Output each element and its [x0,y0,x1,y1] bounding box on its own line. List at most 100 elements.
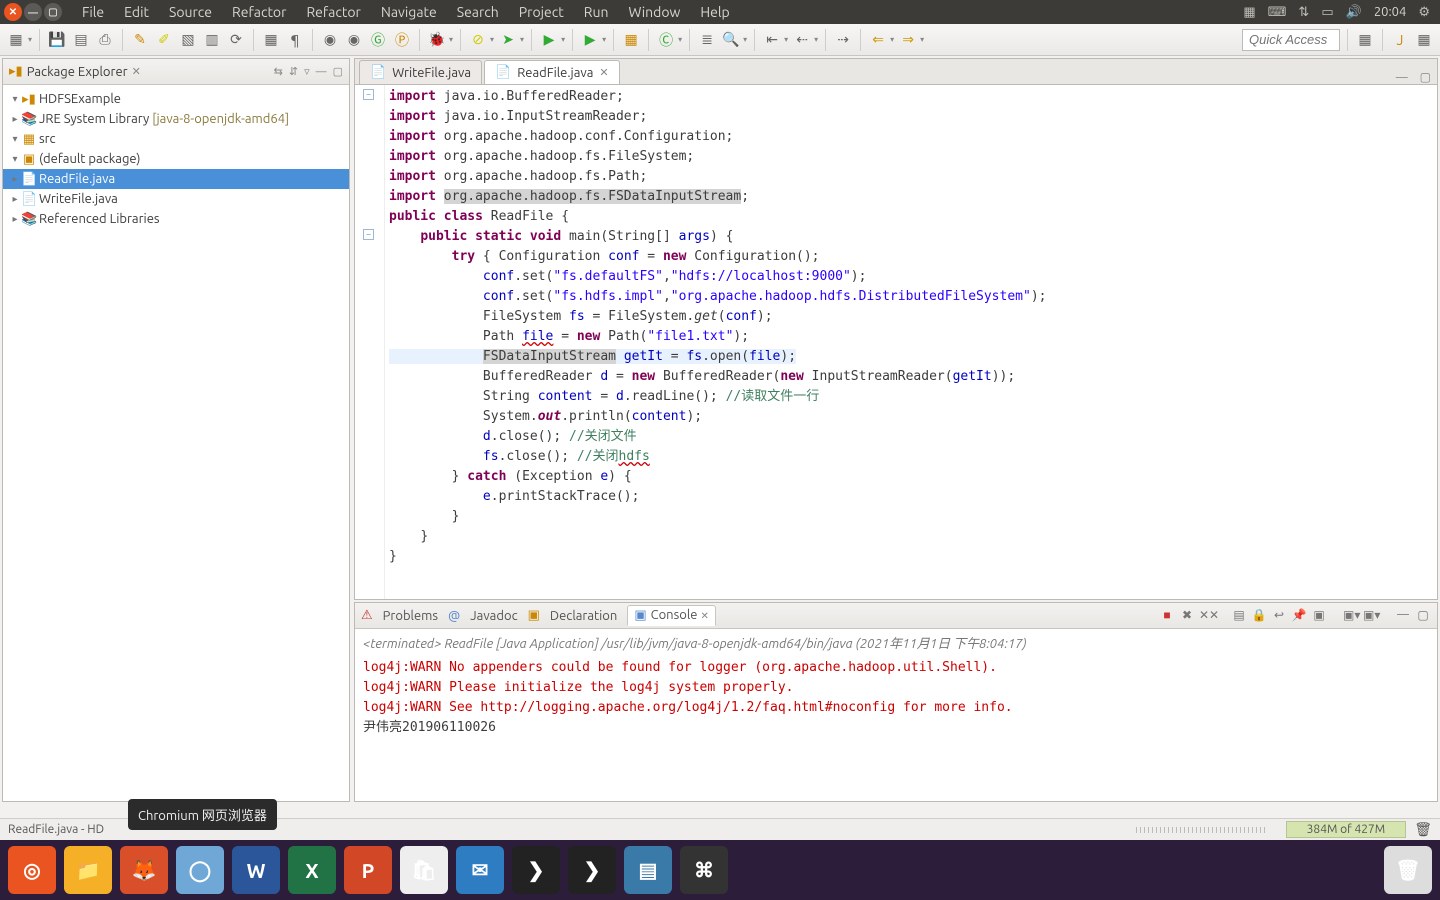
coverage-button[interactable]: ▶ [580,30,600,50]
tree-referenced-libraries[interactable]: ▸📚Referenced Libraries [3,209,349,229]
tree-default-package[interactable]: ▾▣(default package) [3,149,349,169]
tab-javadoc[interactable]: Javadoc [464,607,523,625]
build-button[interactable]: ▧ [178,30,198,50]
battery-icon[interactable]: ▭ [1321,5,1333,20]
editor-maximize-button[interactable]: ▢ [1420,70,1431,84]
editor-minimize-button[interactable]: ― [1396,71,1408,84]
menu-window[interactable]: Window [619,4,691,20]
window-close-button[interactable]: ✕ [4,3,22,21]
print-button[interactable]: ⎙ [95,30,115,50]
open-console-button[interactable]: ▣▾ [1343,608,1359,624]
clear-console-button[interactable]: ▤ [1231,608,1247,624]
menu-edit[interactable]: Edit [114,4,159,20]
menu-refactor-2[interactable]: Refactor [296,4,370,20]
remove-launch-button[interactable]: ✖ [1179,608,1195,624]
tab-writefile[interactable]: 📄WriteFile.java [359,60,482,84]
save-all-button[interactable]: ▤ [71,30,91,50]
maximize-console-button[interactable]: ▢ [1415,608,1431,624]
package-button-2[interactable]: Ⓟ [392,30,412,50]
first-button[interactable]: ⇤ [762,30,782,50]
menu-file[interactable]: File [72,4,114,20]
java-perspective-button[interactable]: J [1390,30,1410,50]
dock-chromium-button[interactable]: ◯ [176,846,224,894]
open-type-button[interactable]: ✎ [130,30,150,50]
annotation-next-button[interactable]: ◉ [344,30,364,50]
annotation-prev-button[interactable]: ◉ [320,30,340,50]
window-maximize-button[interactable]: ▢ [44,3,62,21]
calendar-icon[interactable]: ▦ [1243,5,1255,20]
new-console-button[interactable]: ▣▾ [1363,608,1379,624]
scroll-lock-button[interactable]: 🔒 [1251,608,1267,624]
debug-button[interactable]: 🐞 [427,30,447,50]
dock-app-monitor-button[interactable]: ▤ [624,846,672,894]
maximize-view-button[interactable]: ▢ [333,65,343,78]
close-console-button[interactable]: ✕ [700,610,708,621]
terminate-button[interactable]: ■ [1159,608,1175,624]
dock-trash-button[interactable]: 🗑 [1384,846,1432,894]
prev-button[interactable]: ⇠ [792,30,812,50]
dock-excel-button[interactable]: X [288,846,336,894]
skip-breakpoints-button[interactable]: ⊘ [468,30,488,50]
clock[interactable]: 20:04 [1374,5,1407,19]
search-button[interactable]: 🔍 [721,30,741,50]
fold-imports-icon[interactable]: − [363,89,374,100]
dock-firefox-button[interactable]: 🦊 [120,846,168,894]
dock-word-button[interactable]: W [232,846,280,894]
save-button[interactable]: 💾 [47,30,67,50]
code-editor[interactable]: − − import java.io.BufferedReader; impor… [354,84,1438,600]
tree-src[interactable]: ▾▦src [3,129,349,149]
tree-project[interactable]: ▾▸▮HDFSExample [3,89,349,109]
pin-console-button[interactable]: 📌 [1291,608,1307,624]
menu-help[interactable]: Help [690,4,739,20]
resume-button[interactable]: ➤ [498,30,518,50]
class-button[interactable]: Ⓖ [368,30,388,50]
run-gc-button[interactable]: 🗑 [1414,821,1432,838]
open-task-button[interactable]: ≣ [697,30,717,50]
volume-icon[interactable]: 🔊 [1346,5,1362,20]
word-wrap-button[interactable]: ↩ [1271,608,1287,624]
dock-thunderbird-button[interactable]: ✉ [456,846,504,894]
back-button[interactable]: ⇐ [868,30,888,50]
menu-refactor[interactable]: Refactor [222,4,296,20]
minimize-console-button[interactable]: ― [1395,608,1411,624]
display-selected-button[interactable]: ▣ [1311,608,1327,624]
tree-writefile[interactable]: ▸📄WriteFile.java [3,189,349,209]
menu-project[interactable]: Project [509,4,574,20]
menu-search[interactable]: Search [447,4,509,20]
run-button[interactable]: ▶ [539,30,559,50]
tab-problems[interactable]: Problems [377,607,444,625]
link-editor-button[interactable]: ⇵ [289,65,298,78]
view-menu-button[interactable]: ▿ [304,65,310,78]
settings-gear-icon[interactable]: ⚙ [1418,5,1430,20]
toggle-block-button[interactable]: ▦ [261,30,281,50]
plugin-perspective-button[interactable]: ▦ [1414,30,1434,50]
open-perspective-button[interactable]: ▦ [1355,30,1375,50]
dock-software-button[interactable]: 🛍 [400,846,448,894]
new-class-button[interactable]: Ⓒ [656,30,676,50]
forward-button[interactable]: ⇒ [898,30,918,50]
console-output[interactable]: log4j:WARN No appenders could be found f… [355,656,1437,801]
tree-jre[interactable]: ▸📚JRE System Library [java-8-openjdk-amd… [3,109,349,129]
collapse-all-button[interactable]: ⇆ [274,65,283,78]
minimize-view-button[interactable]: ― [316,66,327,78]
close-view-button[interactable]: ✕ [132,65,141,78]
dock-files-button[interactable]: 📁 [64,846,112,894]
code-content[interactable]: import java.io.BufferedReader; import ja… [389,85,1437,599]
last-edit-button[interactable]: ⇢ [833,30,853,50]
quick-access-input[interactable] [1242,29,1340,51]
window-minimize-button[interactable]: ― [24,3,42,21]
package-tree[interactable]: ▾▸▮HDFSExample ▸📚JRE System Library [jav… [3,85,349,801]
dock-powerpoint-button[interactable]: P [344,846,392,894]
remove-all-button[interactable]: ✕✕ [1199,608,1215,624]
tab-declaration[interactable]: Declaration [544,607,623,625]
dock-app-dark1-button[interactable]: ❯ [512,846,560,894]
menu-source[interactable]: Source [159,4,222,20]
new-button[interactable]: ▦ [6,30,26,50]
menu-run[interactable]: Run [574,4,619,20]
highlight-button[interactable]: ✐ [154,30,174,50]
tab-console[interactable]: ▣Console ✕ [627,605,716,626]
refresh-button[interactable]: ⟳ [226,30,246,50]
network-icon[interactable]: ⇅ [1298,5,1309,20]
tab-readfile[interactable]: 📄ReadFile.java✕ [484,60,620,84]
dock-dash-button[interactable]: ◎ [8,846,56,894]
